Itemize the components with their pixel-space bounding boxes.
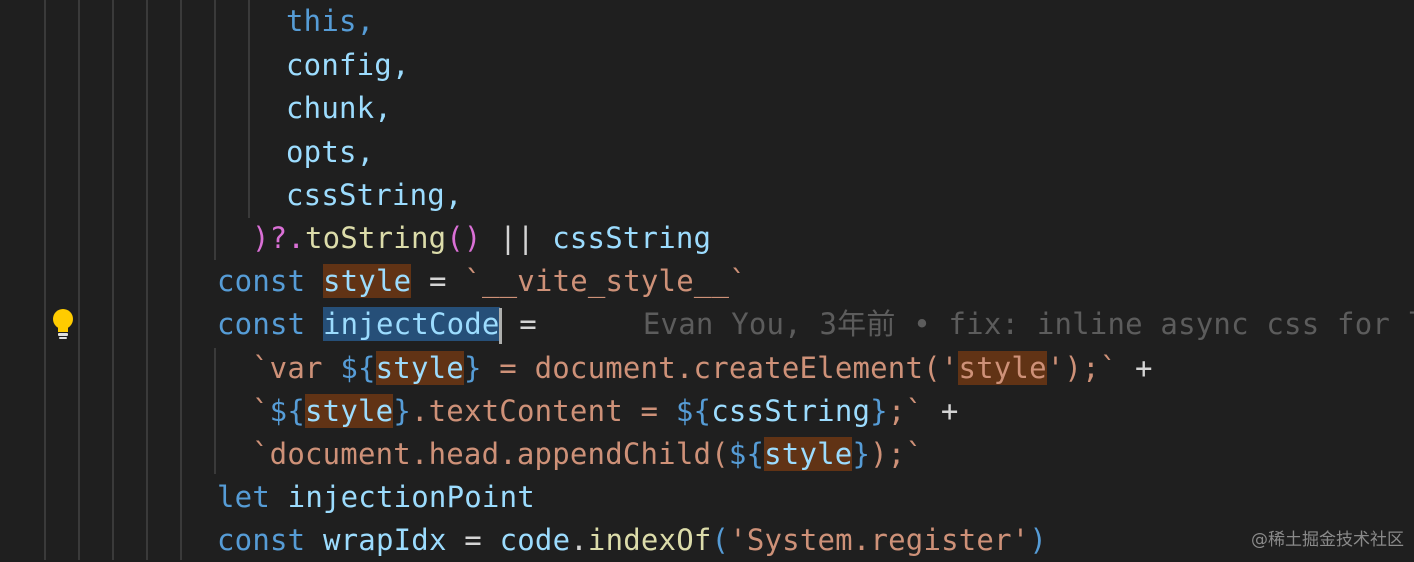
code-line[interactable]: `var ${style} = document.createElement('… <box>252 347 1153 390</box>
operator-token: = <box>411 264 465 298</box>
indent-guide <box>44 0 46 560</box>
lightbulb-icon[interactable] <box>48 306 78 340</box>
code-line[interactable]: chunk, <box>286 87 392 130</box>
keyword-token: let <box>217 480 270 514</box>
code-line[interactable]: this, <box>286 0 374 43</box>
identifier-token: chunk, <box>286 91 392 125</box>
keyword-token: const <box>217 307 306 341</box>
template-brace: } <box>852 437 871 471</box>
function-token: indexOf <box>587 523 712 557</box>
code-line[interactable]: `document.head.appendChild(${style});` <box>252 433 923 476</box>
code-line[interactable]: )?.toString() || cssString <box>252 217 711 260</box>
indent-guide <box>214 0 216 260</box>
indent-guide <box>248 0 250 218</box>
identifier-token: cssString <box>552 221 712 255</box>
operator-token: = <box>446 523 500 557</box>
indent-guide <box>78 0 80 560</box>
identifier-token: code <box>499 523 571 557</box>
punctuation-token: () <box>446 221 482 255</box>
code-line[interactable]: `${style}.textContent = ${cssString};` + <box>252 390 958 433</box>
keyword-token: const <box>217 523 306 557</box>
watermark: @稀土掘金技术社区 <box>1251 530 1404 550</box>
string-token: 'System.register' <box>729 523 1030 557</box>
code-line[interactable]: const wrapIdx = code.indexOf('System.reg… <box>217 519 1047 562</box>
template-brace: ${ <box>675 394 712 428</box>
function-token: toString <box>304 221 447 255</box>
operator-token: + <box>923 394 959 428</box>
punctuation-token: ( <box>711 523 730 557</box>
git-blame-annotation: Evan You, 3年前 • fix: inline async css fo… <box>642 307 1414 341</box>
identifier-token: injectionPoint <box>287 480 535 514</box>
operator-token: = <box>501 307 537 341</box>
string-token: );` <box>870 437 924 471</box>
punctuation-token: ) <box>1029 523 1048 557</box>
string-token: `var <box>252 351 341 385</box>
identifier-token: opts, <box>286 135 375 169</box>
selected-identifier: injectCode <box>322 307 500 341</box>
indent-guide <box>112 0 114 560</box>
string-token: ;` <box>887 394 924 428</box>
string-token: .textContent = <box>410 394 676 428</box>
operator-token: . <box>570 523 588 557</box>
highlighted-identifier: style <box>322 264 412 298</box>
indent-guide <box>214 348 216 474</box>
string-token: ');` <box>1046 351 1118 385</box>
template-brace: ${ <box>340 351 376 385</box>
code-line[interactable]: opts, <box>286 131 374 174</box>
identifier-token: wrapIdx <box>322 523 447 557</box>
code-line[interactable]: cssString, <box>286 174 463 217</box>
string-token: `document.head.appendChild( <box>252 437 729 471</box>
identifier-token: config, <box>286 48 410 82</box>
string-token: ` <box>252 394 270 428</box>
code-line[interactable]: const injectCode = Evan You, 3年前 • fix: … <box>217 303 1414 346</box>
operator-token: || <box>481 221 553 255</box>
code-line[interactable]: let injectionPoint <box>217 476 535 519</box>
string-token: `__vite_style__` <box>464 264 747 298</box>
code-line[interactable]: const style = `__vite_style__` <box>217 260 747 303</box>
indent-guide <box>180 0 182 560</box>
operator-token: + <box>1117 351 1153 385</box>
keyword-token: const <box>217 264 306 298</box>
keyword-token: this, <box>286 4 375 38</box>
template-brace: ${ <box>728 437 765 471</box>
code-editor[interactable]: this, config, chunk, opts, cssString, )?… <box>0 0 1414 560</box>
identifier-token: cssString, <box>286 178 463 212</box>
template-brace: } <box>463 351 482 385</box>
highlighted-identifier: style <box>305 394 394 428</box>
highlighted-string: style <box>958 351 1047 385</box>
template-brace: ${ <box>269 394 305 428</box>
identifier-token: cssString <box>711 394 871 428</box>
template-brace: } <box>870 394 888 428</box>
string-token: = document.createElement(' <box>481 351 959 385</box>
highlighted-identifier: style <box>375 351 464 385</box>
code-line[interactable]: config, <box>286 44 410 87</box>
indent-guide <box>146 0 148 560</box>
template-brace: } <box>393 394 411 428</box>
highlighted-identifier: style <box>764 437 853 471</box>
punctuation-token: )?. <box>252 221 305 255</box>
